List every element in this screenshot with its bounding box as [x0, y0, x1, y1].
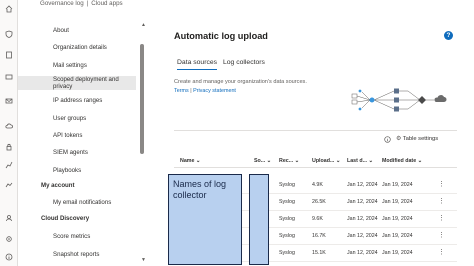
row-more-icon[interactable]: ⋮ [438, 214, 445, 222]
sort-chevron-icon: ⌄ [368, 158, 373, 164]
nav-scroll-up-icon[interactable]: ▲ [141, 22, 146, 28]
nav-item-api-tokens[interactable]: API tokens [18, 132, 142, 139]
nav-item-mail-settings[interactable]: Mail settings [18, 62, 142, 69]
info-toolbar-icon[interactable] [384, 136, 391, 145]
cell-upload: 9.6K [312, 216, 323, 222]
lock-icon[interactable] [4, 142, 14, 152]
cell-receiver: Syslog [279, 216, 295, 222]
people-icon[interactable] [4, 213, 14, 223]
nav-scrollbar[interactable] [140, 44, 145, 256]
breadcrumb-parent[interactable]: Governance log [40, 0, 84, 7]
cell-upload: 4.9K [312, 182, 323, 188]
cell-upload: 15.1K [312, 250, 326, 256]
page-title: Automatic log upload [174, 31, 268, 41]
sort-chevron-icon: ⌄ [417, 158, 423, 164]
nav-item-about[interactable]: About [18, 27, 142, 34]
tab-data-sources[interactable]: Data sources [177, 59, 218, 70]
column-header-modified-date[interactable]: Modified date ⌄ [382, 158, 422, 164]
mail-icon[interactable] [4, 96, 14, 106]
cell-receiver: Syslog [279, 250, 295, 256]
nav-section-cloud-discovery: Cloud Discovery [41, 215, 90, 222]
redaction-label: Names of log collector [173, 179, 227, 200]
cell-last-data: Jan 12, 2024 [347, 216, 378, 222]
breadcrumb-current[interactable]: Cloud apps [91, 0, 122, 7]
nav-section-my-account: My account [41, 182, 75, 189]
links-separator: | [190, 88, 192, 94]
nav-item-user-groups[interactable]: User groups [18, 115, 142, 122]
cell-receiver: Syslog [279, 233, 295, 239]
column-header-source[interactable]: So... ⌄ [254, 158, 271, 164]
devices-icon[interactable] [4, 72, 14, 82]
table-settings-button[interactable]: ⚙ Table settings [396, 136, 438, 145]
cell-last-data: Jan 12, 2024 [347, 199, 378, 205]
cell-modified-date: Jan 19, 2024 [382, 199, 413, 205]
cell-upload: 26.5K [312, 199, 326, 205]
nav-item-ip-address-ranges[interactable]: IP address ranges [18, 97, 142, 104]
sort-chevron-icon: ⌄ [195, 158, 201, 164]
settings-icon[interactable] [4, 234, 14, 244]
settings-nav: About Organization details Mail settings… [18, 22, 146, 266]
table-header: Name ⌄ So... ⌄ Rec... ⌄ Upload... ⌄ Last… [174, 155, 457, 168]
cell-last-data: Jan 12, 2024 [347, 182, 378, 188]
cell-receiver: Syslog [279, 199, 295, 205]
sort-chevron-icon: ⌄ [335, 158, 341, 164]
graph-icon[interactable] [4, 160, 14, 170]
tab-log-collectors[interactable]: Log collectors [223, 59, 265, 66]
breadcrumb: Governance log | Cloud apps [40, 0, 123, 9]
breadcrumb-separator: | [86, 0, 89, 7]
row-more-icon[interactable]: ⋮ [438, 231, 445, 239]
cell-modified-date: Jan 19, 2024 [382, 216, 413, 222]
row-more-icon[interactable]: ⋮ [438, 197, 445, 205]
log-upload-illustration [351, 88, 447, 112]
column-header-upload[interactable]: Upload... ⌄ [312, 158, 340, 164]
info-icon[interactable] [4, 252, 14, 262]
home-icon[interactable] [4, 4, 14, 14]
row-more-icon[interactable]: ⋮ [438, 248, 445, 256]
column-header-last-data[interactable]: Last d... ⌄ [347, 158, 373, 164]
cell-upload: 16.7K [312, 233, 326, 239]
redacted-source-overlay [249, 174, 269, 265]
cell-modified-date: Jan 19, 2024 [382, 250, 413, 256]
cell-last-data: Jan 12, 2024 [347, 233, 378, 239]
policy-links: Terms | Privacy statement [174, 88, 236, 94]
nav-scroll-thumb[interactable] [140, 44, 144, 154]
trend-icon[interactable] [4, 180, 14, 190]
nav-item-score-metrics[interactable]: Score metrics [18, 233, 142, 240]
cell-last-data: Jan 12, 2024 [347, 250, 378, 256]
app-rail [0, 0, 18, 266]
table-settings-label: Table settings [402, 136, 439, 142]
nav-item-scoped-deployment[interactable]: Scoped deployment and privacy [18, 76, 136, 91]
nav-item-organization-details[interactable]: Organization details [18, 44, 142, 51]
shield-icon[interactable] [4, 29, 14, 39]
cloud-icon[interactable] [4, 121, 14, 131]
nav-item-playbooks[interactable]: Playbooks [18, 167, 142, 174]
nav-scroll-down-icon[interactable]: ▼ [141, 257, 146, 263]
help-icon[interactable]: ? [444, 31, 453, 40]
sort-chevron-icon: ⌄ [266, 158, 272, 164]
sort-chevron-icon: ⌄ [294, 158, 300, 164]
page-description: Create and manage your organization's da… [174, 79, 307, 85]
terms-link[interactable]: Terms [174, 88, 189, 94]
column-header-name[interactable]: Name ⌄ [180, 158, 200, 164]
cell-modified-date: Jan 19, 2024 [382, 233, 413, 239]
row-more-icon[interactable]: ⋮ [438, 180, 445, 188]
content-divider [174, 130, 457, 131]
nav-item-snapshot-reports[interactable]: Snapshot reports [18, 251, 142, 258]
cell-receiver: Syslog [279, 182, 295, 188]
document-icon[interactable] [4, 50, 14, 60]
nav-item-siem-agents[interactable]: SIEM agents [18, 149, 142, 156]
privacy-statement-link[interactable]: Privacy statement [193, 88, 236, 94]
gear-icon: ⚙ [396, 136, 402, 142]
redacted-names-overlay: Names of log collector [168, 174, 242, 265]
nav-item-my-email-notifications[interactable]: My email notifications [18, 199, 142, 206]
column-header-receiver[interactable]: Rec... ⌄ [279, 158, 299, 164]
cell-modified-date: Jan 19, 2024 [382, 182, 413, 188]
